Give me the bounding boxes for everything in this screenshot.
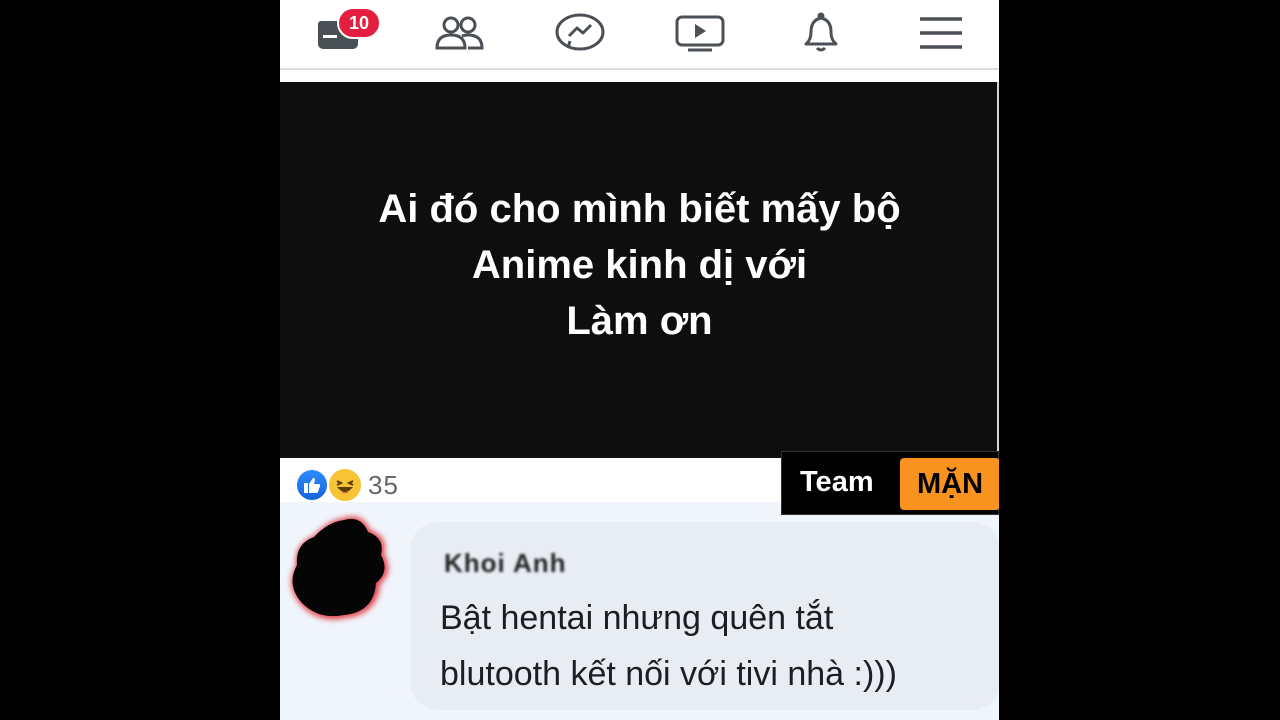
comment-bubble[interactable]: Khoi Anh Bật hentai nhưng quên tắt bluto… (410, 522, 999, 710)
avatar[interactable] (284, 510, 402, 638)
comment-text: Bật hentai nhưng quên tắt blutooth kết n… (440, 590, 897, 702)
messenger-icon (555, 13, 605, 51)
nav-divider (280, 70, 999, 82)
nav-home[interactable]: 10 (309, 7, 381, 58)
notification-badge: 10 (337, 7, 381, 39)
menu-icon (920, 17, 962, 49)
haha-icon (327, 467, 363, 503)
comment-author[interactable]: Khoi Anh (444, 548, 567, 579)
nav-watch[interactable] (671, 8, 729, 58)
post-line: Ai đó cho mình biết mấy bộ (378, 187, 901, 231)
top-navigation: 10 (280, 0, 999, 70)
nav-friends[interactable] (430, 8, 488, 58)
post-line: Làm ơn (566, 299, 713, 343)
watermark-label: Team (800, 466, 874, 498)
post-text: Ai đó cho mình biết mấy bộ Anime kinh dị… (378, 181, 900, 349)
avatar-redacted (291, 516, 389, 620)
watch-icon (675, 15, 725, 52)
comment-line: blutooth kết nối với tivi nhà :))) (440, 655, 897, 693)
like-icon (295, 468, 329, 502)
phone-screen: 10 Ai đó cho mình biết mấy bộ Anime kinh… (280, 0, 999, 720)
comment-section: Khoi Anh Bật hentai nhưng quên tắt bluto… (280, 502, 999, 720)
post-border (997, 82, 999, 458)
comment-line: Bật hentai nhưng quên tắt (440, 599, 834, 637)
post-line: Anime kinh dị với (471, 243, 808, 287)
nav-messenger[interactable] (551, 8, 609, 58)
notifications-icon (804, 12, 838, 52)
nav-notifications[interactable] (792, 8, 850, 58)
friends-icon (435, 16, 484, 50)
nav-menu[interactable] (912, 8, 970, 58)
watermark-brand: MẶN (900, 458, 999, 510)
reaction-count[interactable]: 35 (368, 470, 399, 501)
team-watermark: Team MẶN (781, 451, 999, 515)
post-content[interactable]: Ai đó cho mình biết mấy bộ Anime kinh dị… (280, 82, 999, 458)
